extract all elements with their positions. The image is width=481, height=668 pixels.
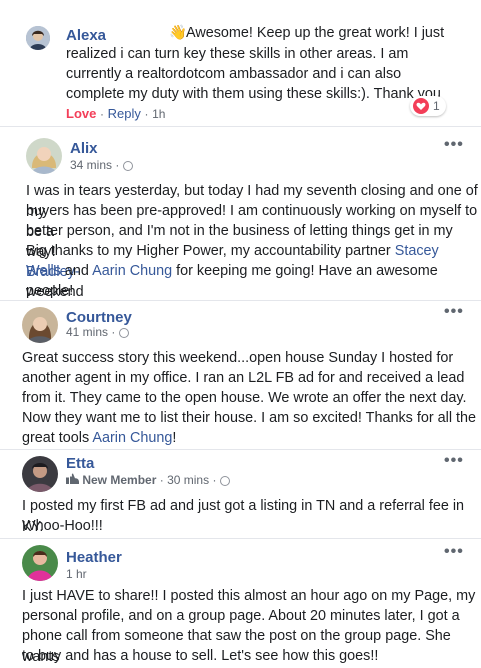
post-author[interactable]: Alix [70, 140, 98, 157]
divider [0, 126, 481, 127]
reply-link[interactable]: Reply [108, 106, 141, 121]
post-text-line: I just HAVE to share!! I posted this alm… [22, 588, 476, 604]
comment-text-line: complete my duty with them using these s… [66, 86, 441, 102]
comment-author[interactable]: Alexa [66, 27, 106, 44]
separator: · [212, 473, 217, 487]
globe-icon [122, 161, 133, 171]
more-options-button[interactable]: ••• [444, 136, 464, 154]
post-text-line: to buy and has a house to sell. Let's se… [22, 648, 379, 664]
separator: · [144, 107, 149, 121]
post-time[interactable]: 41 mins [66, 325, 108, 339]
avatar[interactable] [22, 456, 58, 492]
divider [0, 300, 481, 301]
avatar-photo-icon [22, 307, 58, 343]
post-text-segment: and [60, 263, 93, 279]
post-meta: 1 hr [66, 567, 87, 581]
post-text-segment: Big thanks to my Higher Power, my accoun… [26, 243, 395, 259]
post-author[interactable]: Courtney [66, 309, 132, 326]
post-text-line: Whoo-Hoo!!! [22, 518, 103, 534]
divider [0, 449, 481, 450]
post-time[interactable]: 30 mins [167, 473, 209, 487]
separator: · [115, 158, 120, 172]
new-member-badge: New Member [82, 473, 157, 487]
post-text-line: Wells and Aarin Chung for keeping me goi… [26, 261, 481, 302]
love-link[interactable]: Love [66, 106, 96, 121]
separator: · [99, 107, 104, 121]
comment-text-line: Awesome! Keep up the great work! I just [186, 25, 445, 41]
avatar[interactable] [22, 545, 58, 581]
post-meta: 41 mins · [66, 325, 129, 339]
post-author[interactable]: Etta [66, 455, 94, 472]
post-text-line: personal profile, and on a group page. A… [22, 608, 460, 624]
avatar[interactable] [22, 307, 58, 343]
avatar[interactable] [26, 138, 62, 174]
reaction-count-pill[interactable]: 1 [410, 96, 446, 116]
more-options-button[interactable]: ••• [444, 303, 464, 321]
avatar-photo-icon [26, 26, 50, 50]
more-options-button[interactable]: ••• [444, 452, 464, 470]
avatar-photo-icon [26, 138, 62, 174]
post-text-segment: great tools [22, 430, 93, 446]
post-time[interactable]: 34 mins [70, 158, 112, 172]
more-options-button[interactable]: ••• [444, 543, 464, 561]
mention-link[interactable]: Aarin Chung [92, 430, 172, 446]
divider [0, 538, 481, 539]
love-reaction-icon [413, 98, 429, 114]
avatar-photo-icon [22, 456, 58, 492]
separator: · [159, 473, 164, 487]
post-text-line: Now they want me to list their house. I … [22, 410, 477, 426]
post-time[interactable]: 1 hr [66, 567, 87, 581]
new-member-icon [66, 473, 79, 484]
comment-text-line: realized i can turn key these skills in … [66, 46, 409, 62]
mention-link[interactable]: Aarin Chung [92, 263, 172, 279]
separator: · [111, 325, 116, 339]
post-text-line: from it. They came to the open house. We… [22, 390, 467, 406]
post-text-line: Great success story this weekend...open … [22, 350, 454, 366]
comment-text-line: currently a realtordotcom ambassador and… [66, 66, 402, 82]
post-meta: 34 mins · [70, 158, 133, 172]
mention-link[interactable]: Wells [26, 263, 61, 279]
post-author[interactable]: Heather [66, 549, 122, 566]
post-text-segment: ! [172, 430, 177, 446]
avatar-photo-icon [22, 545, 58, 581]
globe-icon [118, 328, 129, 338]
comment-actions: Love · Reply · 1h [66, 106, 165, 121]
globe-icon [219, 476, 230, 486]
post-text-line: another agent in my office. I ran an L2L… [22, 370, 465, 386]
post-meta: New Member · 30 mins · [66, 473, 230, 487]
post-text-line: people! [26, 283, 74, 299]
avatar[interactable] [26, 26, 50, 50]
reaction-count: 1 [433, 99, 440, 113]
emoji: 👋 [169, 25, 187, 41]
comment-time[interactable]: 1h [152, 107, 165, 121]
post-text-line: great tools Aarin Chung! [22, 428, 176, 449]
